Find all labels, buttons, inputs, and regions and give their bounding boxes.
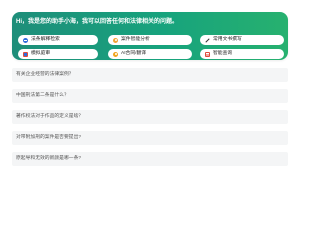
quick-action-label: 常用文书撰写 (213, 37, 242, 42)
law-book-icon (23, 37, 28, 43)
quick-action-label: 智能查询 (213, 51, 233, 56)
quick-action-mock-trial[interactable]: 模拟庭审 (18, 49, 98, 59)
suggested-question[interactable]: 原起导和无效的新颜是哪一条? (12, 152, 288, 166)
ai-contract-icon (113, 51, 118, 57)
suggested-question[interactable]: 中国刑法第二条是什么？ (12, 89, 288, 103)
quick-action-document-writing[interactable]: 常用文书撰写 (200, 35, 284, 45)
quick-action-case-analysis[interactable]: 案件智能分析 (108, 35, 192, 45)
quick-action-label: 法条解释检索 (31, 37, 60, 42)
assistant-home: Hi，我是您的助手小海，我可以回答任何和法律相关的问题。 法条解释检索 案件智能… (0, 0, 300, 247)
quick-action-smart-query[interactable]: 智能查询 (200, 49, 284, 59)
suggested-question[interactable]: 有关企业经营的法律案例？ (12, 68, 288, 82)
quick-action-law-search[interactable]: 法条解释检索 (18, 35, 98, 45)
quick-action-label: 案件智能分析 (121, 37, 150, 42)
quick-action-label: AI合同/翻译 (121, 51, 147, 56)
document-search-icon (205, 51, 210, 57)
assistant-greeting: Hi，我是您的助手小海，我可以回答任何和法律相关的问题。 (16, 19, 179, 25)
case-analysis-icon (113, 37, 118, 43)
suggested-question[interactable]: 著作权法对于作品的定义是啥？ (12, 110, 288, 124)
pen-icon (204, 36, 211, 43)
suggested-question[interactable]: 对带附加刑的案件是否要提出? (12, 131, 288, 145)
courtroom-icon (23, 51, 28, 57)
assistant-welcome-card: Hi，我是您的助手小海，我可以回答任何和法律相关的问题。 法条解释检索 案件智能… (12, 12, 288, 60)
quick-action-ai-contract[interactable]: AI合同/翻译 (108, 49, 192, 59)
quick-action-label: 模拟庭审 (31, 51, 51, 56)
